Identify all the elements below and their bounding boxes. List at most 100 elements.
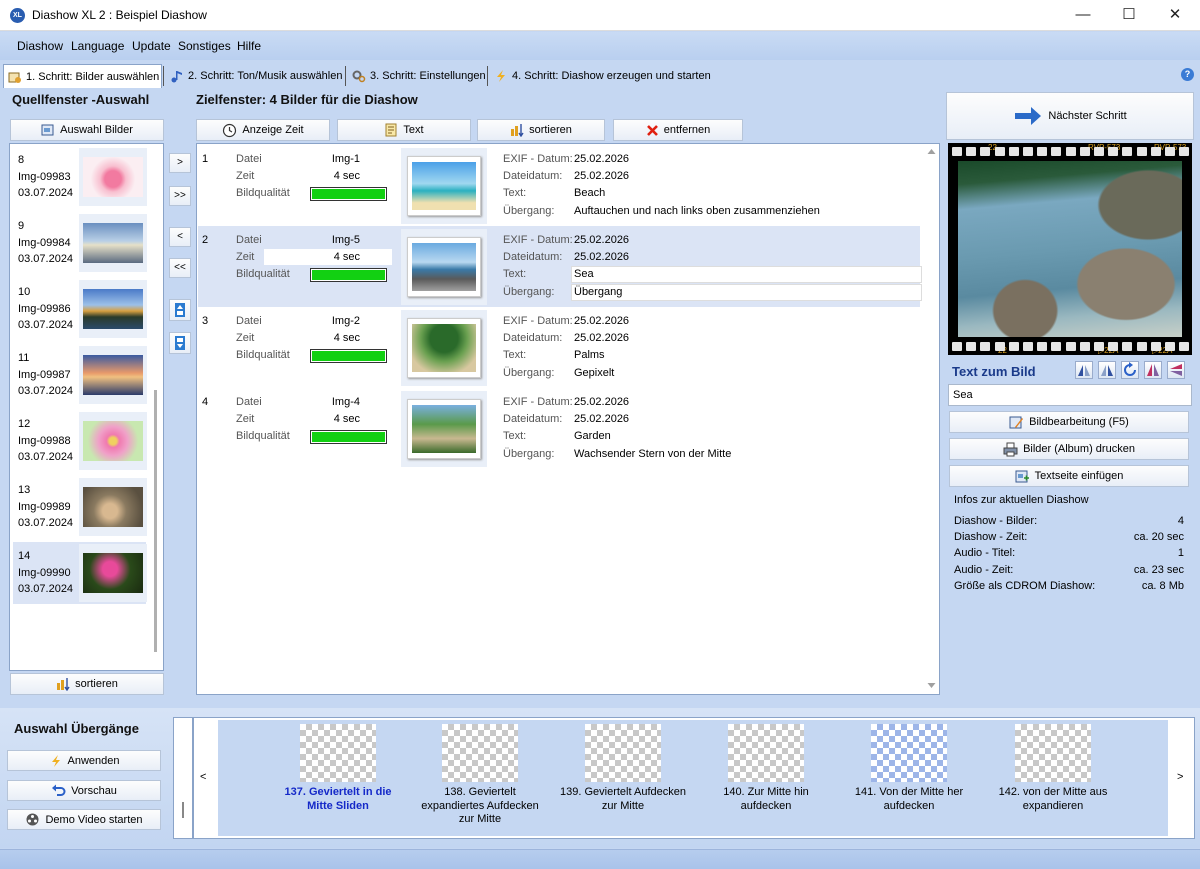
time-field[interactable] [264, 249, 392, 265]
transition-item-139[interactable]: 139. Geviertelt Aufdecken zur Mitte [558, 724, 688, 813]
film-perforation [1065, 342, 1076, 351]
film-perforation [1023, 342, 1033, 351]
flip-vertical-icon[interactable] [1167, 361, 1185, 379]
transition-item-141[interactable]: 141. Von der Mitte her aufdecken [844, 724, 974, 813]
menu-language[interactable]: Language [71, 39, 124, 53]
source-sort-button[interactable]: sortieren [10, 673, 164, 695]
menu-hilfe[interactable]: Hilfe [237, 39, 261, 53]
list-item[interactable]: 11 Img-09987 03.07.2024 [13, 344, 147, 406]
film-perforation [1079, 342, 1090, 351]
target-scrollbar[interactable] [924, 144, 939, 694]
transition-preview [728, 724, 804, 782]
minimize-button[interactable]: — [1060, 0, 1106, 31]
target-sort-button[interactable]: sortieren [477, 119, 605, 141]
table-row[interactable]: 1 Datei Img-1 Zeit 4 sec Bildqualität EX… [198, 145, 920, 226]
display-time-button[interactable]: Anzeige Zeit [196, 119, 330, 141]
list-item[interactable]: 9 Img-09984 03.07.2024 [13, 212, 147, 274]
quality-bar [310, 430, 387, 444]
tab-separator [487, 66, 488, 86]
tab-step-2[interactable]: 2. Schritt: Ton/Musik auswählen [166, 64, 344, 88]
mirror-left-icon[interactable] [1075, 361, 1093, 379]
film-perforation [1094, 342, 1104, 351]
demo-video-button[interactable]: Demo Video starten [7, 809, 161, 830]
print-album-button[interactable]: Bilder (Album) drucken [949, 438, 1189, 460]
list-item[interactable]: 14 Img-09990 03.07.2024 [13, 542, 147, 604]
flip-horizontal-icon[interactable] [1144, 361, 1162, 379]
film-perforation [952, 342, 962, 351]
film-reel-icon [26, 813, 39, 826]
add-selected-button[interactable]: > [169, 153, 191, 173]
target-image-list[interactable]: 1 Datei Img-1 Zeit 4 sec Bildqualität EX… [196, 143, 940, 695]
list-item[interactable]: 10 Img-09986 03.07.2024 [13, 278, 147, 340]
close-button[interactable]: ✕ [1152, 0, 1198, 31]
maximize-button[interactable]: ☐ [1106, 0, 1152, 31]
remove-selected-button[interactable]: < [169, 227, 191, 247]
transitions-prev-button[interactable]: < [200, 771, 206, 783]
select-images-button[interactable]: Auswahl Bilder [10, 119, 164, 141]
next-step-button[interactable]: Nächster Schritt [946, 92, 1194, 140]
film-perforation [1037, 342, 1048, 351]
quality-bar [310, 268, 387, 282]
tab-label: 1. Schritt: Bilder auswählen [26, 71, 160, 83]
text-button[interactable]: Text [337, 119, 471, 141]
transition-item-142[interactable]: 142. von der Mitte aus expandieren [988, 724, 1118, 813]
source-scrollbar[interactable] [154, 390, 157, 652]
remove-button[interactable]: entfernen [613, 119, 743, 141]
transition-preview [1015, 724, 1091, 782]
film-perforation [1094, 147, 1104, 156]
film-perforation [1008, 342, 1019, 351]
thumbnail [401, 229, 487, 305]
transitions-next-button[interactable]: > [1177, 771, 1183, 783]
image-text-input[interactable]: Sea [948, 384, 1192, 406]
thumbnail [401, 391, 487, 467]
quality-bar [310, 187, 387, 201]
source-image-list[interactable]: 8 Img-09983 03.07.2024 9 Img-09984 03.07.202… [9, 143, 164, 671]
transition-preview [442, 724, 518, 782]
film-perforation [1150, 147, 1161, 156]
menu-sonstiges[interactable]: Sonstiges [178, 39, 231, 53]
row-text-field[interactable] [571, 266, 922, 283]
image-edit-button[interactable]: Bildbearbeitung (F5) [949, 411, 1189, 433]
transition-item-138[interactable]: 138. Geviertelt expandiertes Aufdecken z… [415, 724, 545, 827]
transition-item-137[interactable]: 137. Geviertelt in die Mitte Sliden [273, 724, 403, 813]
row-transition-field[interactable] [571, 284, 922, 301]
menu-diashow[interactable]: Diashow [17, 39, 63, 53]
remove-all-button[interactable]: << [169, 258, 191, 278]
list-item[interactable]: 8 Img-09983 03.07.2024 [13, 146, 147, 208]
add-all-button[interactable]: >> [169, 186, 191, 206]
title-bar: XL Diashow XL 2 : Beispiel Diashow — ☐ ✕ [0, 0, 1200, 31]
table-row[interactable]: 4 Datei Img-4 Zeit 4 sec Bildqualität EX… [198, 388, 920, 469]
text-icon [385, 123, 397, 137]
move-up-button[interactable] [169, 299, 191, 321]
help-icon[interactable]: ? [1181, 68, 1194, 81]
tab-separator [163, 66, 164, 86]
remove-x-icon [646, 124, 658, 136]
list-item[interactable]: 12 Img-09988 03.07.2024 [13, 410, 147, 472]
transitions-left-scroll[interactable] [173, 717, 193, 839]
transition-item-140[interactable]: 140. Zur Mitte hin aufdecken [701, 724, 831, 813]
tab-step-1[interactable]: 1. Schritt: Bilder auswählen [3, 64, 162, 88]
table-row[interactable]: 2 Datei Img-5 Zeit 4 sec Bildqualität EX… [198, 226, 922, 307]
mirror-right-icon[interactable] [1098, 361, 1116, 379]
menu-update[interactable]: Update [132, 39, 171, 53]
film-perforation [1122, 342, 1133, 351]
apply-button[interactable]: Anwenden [7, 750, 161, 771]
transition-preview [585, 724, 661, 782]
move-up-icon [175, 303, 185, 317]
insert-textpage-button[interactable]: Textseite einfügen [949, 465, 1189, 487]
film-perforation [1108, 147, 1119, 156]
tab-step-3[interactable]: 3. Schritt: Einstellungen [348, 64, 486, 88]
move-down-button[interactable] [169, 332, 191, 354]
preview-button[interactable]: Vorschau [7, 780, 161, 801]
scroll-down-icon [927, 683, 936, 688]
thumbnail [79, 346, 147, 404]
thumbnail [79, 214, 147, 272]
info-row: Audio - Titel: 1 [954, 547, 1184, 559]
rotate-icon[interactable] [1121, 361, 1139, 379]
table-row[interactable]: 3 Datei Img-2 Zeit 4 sec Bildqualität EX… [198, 307, 920, 388]
tab-step-4[interactable]: 4. Schritt: Diashow erzeugen und starten [490, 64, 730, 88]
gears-icon [352, 70, 366, 83]
thumbnail [79, 280, 147, 338]
list-item[interactable]: 13 Img-09989 03.07.2024 [13, 476, 147, 538]
film-perforation [1023, 147, 1033, 156]
